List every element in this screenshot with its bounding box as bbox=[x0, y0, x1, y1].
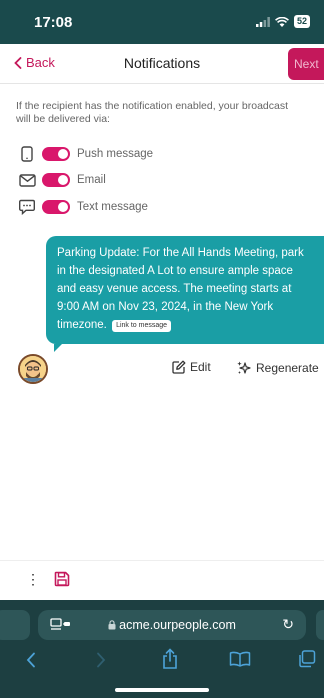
channel-push: Push message bbox=[18, 144, 153, 164]
push-toggle[interactable] bbox=[42, 147, 70, 161]
cellular-icon bbox=[255, 16, 270, 27]
lock-icon bbox=[108, 620, 116, 630]
nav-header: Back Notifications Next bbox=[0, 44, 324, 84]
avatar bbox=[18, 354, 48, 384]
home-indicator bbox=[115, 688, 209, 692]
channel-email: Email bbox=[18, 170, 106, 190]
status-time: 17:08 bbox=[34, 14, 73, 31]
next-tab-preview[interactable] bbox=[316, 610, 324, 640]
browser-forward-icon[interactable] bbox=[96, 652, 106, 668]
status-icons: 52 bbox=[255, 15, 310, 28]
phone-icon bbox=[18, 146, 36, 162]
sparkle-icon bbox=[237, 361, 251, 374]
text-toggle[interactable] bbox=[42, 200, 70, 214]
mail-icon bbox=[18, 173, 36, 187]
url-text: acme.ourpeople.com bbox=[119, 618, 236, 632]
intro-line-2: will be delivered via: bbox=[16, 113, 110, 125]
reload-icon[interactable]: ↻ bbox=[282, 616, 294, 633]
bookmarks-icon[interactable] bbox=[229, 651, 251, 667]
save-icon[interactable] bbox=[54, 571, 70, 592]
address-bar[interactable]: acme.ourpeople.com ↻ bbox=[38, 610, 306, 640]
bottom-toolbar: ⋮ bbox=[0, 560, 324, 600]
chat-icon bbox=[18, 199, 36, 215]
browser-nav bbox=[0, 648, 324, 674]
edit-button[interactable]: Edit bbox=[172, 360, 211, 374]
channel-label: Email bbox=[77, 174, 106, 186]
message-text: Parking Update: For the All Hands Meetin… bbox=[57, 247, 304, 331]
edit-label: Edit bbox=[190, 360, 211, 374]
edit-icon bbox=[172, 360, 186, 374]
channel-label: Push message bbox=[77, 148, 154, 160]
regenerate-button[interactable]: Regenerate bbox=[236, 360, 319, 376]
url-display: acme.ourpeople.com bbox=[38, 618, 306, 632]
status-bar: 17:08 52 bbox=[0, 0, 324, 44]
regenerate-label: Regenerate bbox=[256, 361, 319, 375]
message-bubble: Parking Update: For the All Hands Meetin… bbox=[46, 236, 324, 352]
email-toggle[interactable] bbox=[42, 173, 70, 187]
delivery-intro: If the recipient has the notification en… bbox=[16, 100, 324, 126]
channel-label: Text message bbox=[77, 201, 148, 213]
battery-icon: 52 bbox=[293, 15, 310, 28]
next-button[interactable]: Next bbox=[288, 48, 324, 80]
previous-tab-preview[interactable] bbox=[0, 610, 30, 640]
share-icon[interactable] bbox=[161, 648, 179, 670]
page-title: Notifications bbox=[123, 55, 201, 71]
more-options-icon[interactable]: ⋮ bbox=[26, 571, 40, 588]
tabs-icon[interactable] bbox=[298, 650, 316, 668]
browser-chrome: acme.ourpeople.com ↻ bbox=[0, 600, 324, 698]
browser-back-icon[interactable] bbox=[26, 652, 36, 668]
intro-line-1: If the recipient has the notification en… bbox=[16, 100, 289, 112]
wifi-icon bbox=[275, 16, 289, 27]
channel-text: Text message bbox=[18, 197, 148, 217]
link-to-message-button[interactable]: Link to message bbox=[112, 320, 172, 332]
